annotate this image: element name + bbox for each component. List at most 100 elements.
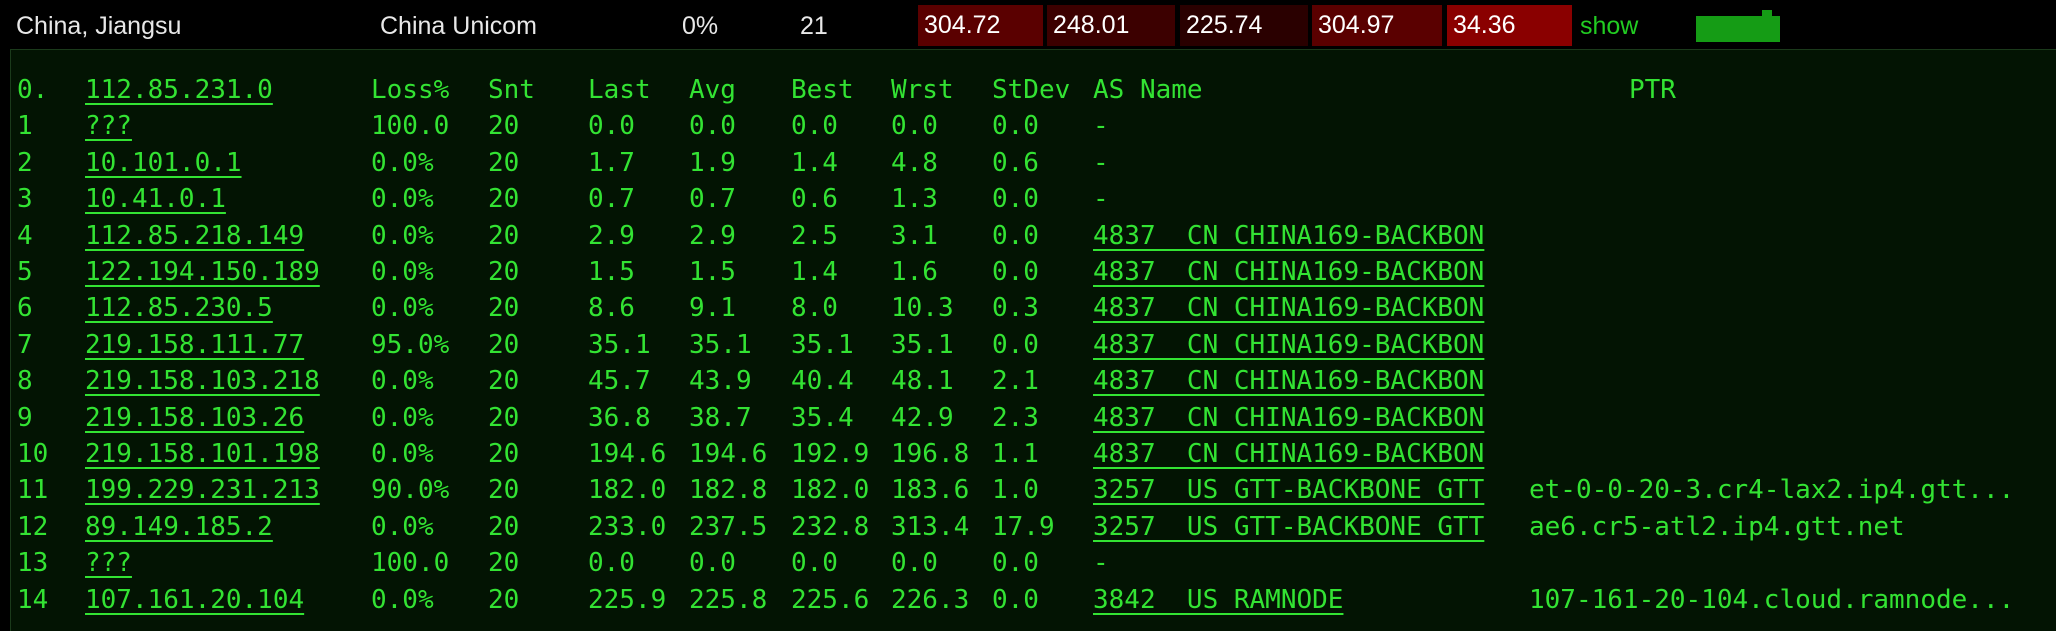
hop-stdev: 0.0 (992, 184, 1039, 215)
hop-avg: 9.1 (689, 293, 736, 324)
hop-host-link[interactable]: 112.85.218.149 (85, 218, 304, 254)
hop-sent: 20 (488, 366, 520, 397)
table-row: 11 199.229.231.213 90.0% 20 182.0 182.8 182.0 1… (11, 472, 2056, 508)
hop-stdev: 0.0 (992, 220, 1039, 251)
target-host-link[interactable]: 112.85.231.0 (85, 72, 273, 108)
hop-as-name[interactable]: 3842 US RAMNODE (1093, 582, 1343, 618)
hop-stdev: 0.6 (992, 147, 1039, 178)
hop-number: 3 (17, 184, 33, 215)
hop-as-name[interactable]: 4837 CN CHINA169-BACKBON (1093, 254, 1484, 290)
hop-host-link[interactable]: 122.194.150.189 (85, 254, 320, 290)
hop-avg: 0.0 (689, 548, 736, 579)
table-row: 10 219.158.101.198 0.0% 20 194.6 194.6 192.9 19… (11, 436, 2056, 472)
summary-loss: 0% (682, 12, 719, 40)
hop-last: 233.0 (588, 511, 667, 542)
hop-stdev: 0.0 (992, 329, 1039, 360)
hop-sent: 20 (488, 439, 520, 469)
hop-stdev: 0.0 (992, 548, 1039, 579)
hop-stdev: 2.3 (992, 402, 1039, 433)
hop-ptr: 107-161-20-104.cloud.ramnode... (1529, 584, 2015, 615)
hop-as-name: - (1093, 147, 1109, 178)
signal-bar-icon (1696, 10, 1780, 42)
hop-avg: 35.1 (689, 329, 752, 360)
hop-number: 9 (17, 402, 33, 433)
hop-number: 12 (17, 511, 49, 542)
hop-avg: 194.6 (689, 439, 768, 469)
hop-worst: 313.4 (891, 511, 970, 542)
hop-number: 4 (17, 220, 33, 251)
hop-sent: 20 (488, 475, 520, 506)
col-as-header: AS Name (1093, 75, 1203, 105)
col-ptr-header: PTR (1629, 75, 1676, 105)
hop-host-link[interactable]: ??? (85, 545, 132, 581)
hop-host-link[interactable]: 10.101.0.1 (85, 145, 242, 181)
hop-worst: 42.9 (891, 402, 954, 433)
hop-host-link[interactable]: 10.41.0.1 (85, 181, 226, 217)
col-snt-header: Snt (488, 75, 535, 105)
hop-best: 225.6 (791, 584, 870, 615)
hop-ptr: ae6.cr5-atl2.ip4.gtt.net (1529, 511, 1905, 542)
hop-loss: 90.0% (371, 475, 450, 506)
hop-as-name[interactable]: 4837 CN CHINA169-BACKBON (1093, 363, 1484, 399)
hop-as-name[interactable]: 3257 US GTT-BACKBONE GTT (1093, 472, 1484, 508)
hop-best: 35.4 (791, 402, 854, 433)
table-row: 7 219.158.111.77 95.0% 20 35.1 35.1 35.1 35.1 0.… (11, 327, 2056, 363)
hop-host-link[interactable]: ??? (85, 108, 132, 144)
table-row: 2 10.101.0.1 0.0% 20 1.7 1.9 1.4 4.8 0.6 - (11, 145, 2056, 181)
hop-last: 35.1 (588, 329, 651, 360)
hop-host-link[interactable]: 107.161.20.104 (85, 582, 304, 618)
hop-worst: 196.8 (891, 439, 970, 469)
table-row: 8 219.158.103.218 0.0% 20 45.7 43.9 40.4 48.1 2.… (11, 363, 2056, 399)
hop-host-link[interactable]: 219.158.103.218 (85, 363, 320, 399)
hop-best: 1.4 (791, 257, 838, 287)
hop-avg: 237.5 (689, 511, 768, 542)
table-row: 1??? 100.0 20 0.0 0.0 0.0 0.0 0.0 - (11, 108, 2056, 144)
hop-avg: 182.8 (689, 475, 768, 506)
hop-host-link[interactable]: 219.158.101.198 (85, 436, 320, 472)
hop-host-link[interactable]: 89.149.185.2 (85, 509, 273, 545)
hop-host-link[interactable]: 199.229.231.213 (85, 472, 320, 508)
hop-stdev: 1.0 (992, 475, 1039, 506)
hop-as-name[interactable]: 4837 CN CHINA169-BACKBON (1093, 436, 1484, 472)
hop-sent: 20 (488, 147, 520, 178)
hop-loss: 0.0% (371, 366, 434, 397)
hop-number: 13 (17, 548, 49, 579)
hop-as-name[interactable]: 4837 CN CHINA169-BACKBON (1093, 400, 1484, 436)
col-best-header: Best (791, 75, 854, 105)
hop-host-link[interactable]: 219.158.103.26 (85, 400, 304, 436)
hop-as-name[interactable]: 4837 CN CHINA169-BACKBON (1093, 218, 1484, 254)
hop-last: 194.6 (588, 439, 667, 469)
hop-as-name[interactable]: 4837 CN CHINA169-BACKBON (1093, 290, 1484, 326)
table-row: 13??? 100.0 20 0.0 0.0 0.0 0.0 0.0 - (11, 545, 2056, 581)
hop-host-link[interactable]: 112.85.230.5 (85, 290, 273, 326)
summary-stat-0: 304.72 (918, 5, 1043, 46)
hop-best: 182.0 (791, 475, 870, 506)
hop-worst: 183.6 (891, 475, 970, 506)
hop-as-name[interactable]: 3257 US GTT-BACKBONE GTT (1093, 509, 1484, 545)
hop-as-name: - (1093, 184, 1109, 215)
hop-sent: 20 (488, 184, 520, 215)
hop-sent: 20 (488, 402, 520, 433)
hop-as-name[interactable]: 4837 CN CHINA169-BACKBON (1093, 327, 1484, 363)
col-avg-header: Avg (689, 75, 736, 105)
hop-number: 1 (17, 111, 33, 142)
hop-host-link[interactable]: 219.158.111.77 (85, 327, 304, 363)
table-row: 3 10.41.0.1 0.0% 20 0.7 0.7 0.6 1.3 0.0 - (11, 181, 2056, 217)
hop-number: 8 (17, 366, 33, 397)
hop-best: 1.4 (791, 147, 838, 178)
hop-last: 0.0 (588, 548, 635, 579)
show-link[interactable]: show (1580, 0, 1638, 46)
table-row: 5 122.194.150.189 0.0% 20 1.5 1.5 1.4 1.6 0.0 483… (11, 254, 2056, 290)
hop-avg: 0.0 (689, 111, 736, 142)
hop-best: 232.8 (791, 511, 870, 542)
hop-sent: 20 (488, 584, 520, 615)
hop-stdev: 0.0 (992, 257, 1039, 287)
hop-sent: 20 (488, 111, 520, 142)
summary-row: China, Jiangsu China Unicom 0% 21 304.72… (0, 0, 2056, 46)
hop-worst: 1.3 (891, 184, 938, 215)
hop-worst: 48.1 (891, 366, 954, 397)
hop-number: 5 (17, 257, 33, 287)
hop-worst: 4.8 (891, 147, 938, 178)
hop-worst: 226.3 (891, 584, 970, 615)
hop-loss: 0.0% (371, 511, 434, 542)
